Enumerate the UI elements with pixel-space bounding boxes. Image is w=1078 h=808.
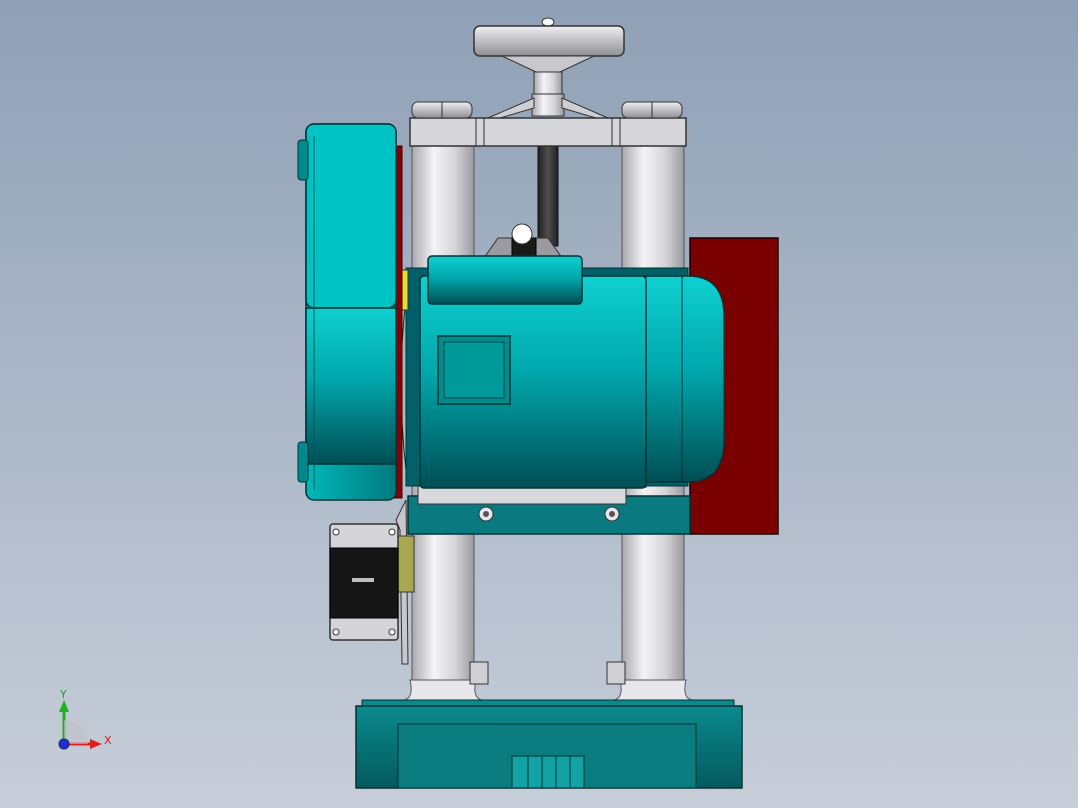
lead-screw (537, 145, 559, 247)
belt-guard (297, 123, 403, 501)
press-machine-model[interactable]: Y X (0, 0, 1078, 808)
machine-base (355, 699, 743, 789)
stepper-motor (329, 499, 415, 665)
coordinate-triad: Y X (58, 688, 112, 750)
handwheel[interactable] (473, 17, 625, 119)
cad-viewport[interactable]: Y X (0, 0, 1078, 808)
base-vent-slots (511, 755, 585, 789)
x-axis-label: X (104, 734, 112, 747)
electric-motor (397, 255, 725, 489)
y-axis-label: Y (59, 688, 67, 701)
